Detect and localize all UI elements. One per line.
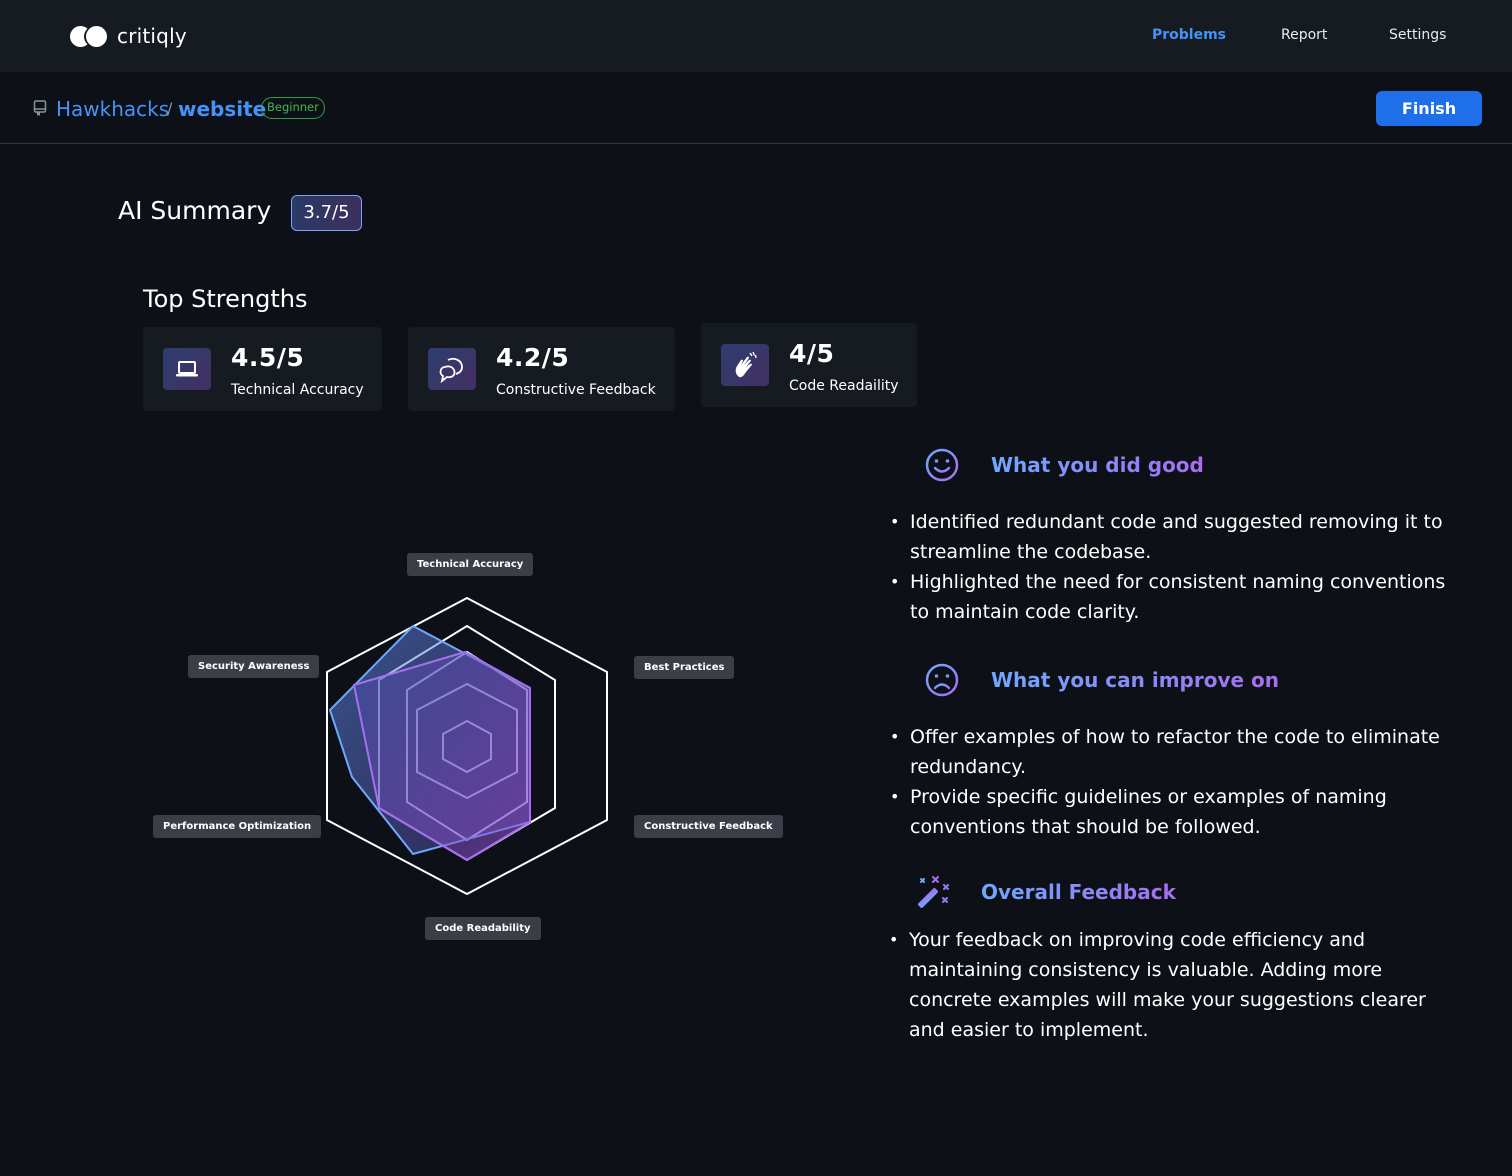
good-section-header: What you did good (925, 447, 1204, 483)
overall-list: Your feedback on improving code efficien… (889, 925, 1454, 1045)
list-item: Highlighted the need for consistent nami… (890, 567, 1450, 627)
radar-series-b (352, 650, 531, 862)
finish-button[interactable]: Finish (1376, 91, 1482, 126)
strength-score: 4.2/5 (496, 343, 570, 372)
frown-icon (925, 663, 959, 697)
overall-section-header: Overall Feedback (914, 873, 1176, 911)
axis-label: Constructive Feedback (634, 815, 783, 838)
nav-problems[interactable]: Problems (1152, 27, 1226, 43)
laptop-icon (163, 348, 211, 390)
list-item: Provide specific guidelines or examples … (890, 782, 1450, 842)
strength-score: 4/5 (789, 339, 835, 368)
page-title: AI Summary (118, 196, 272, 225)
strength-card: 4/5 Code Readaility (701, 323, 917, 407)
improve-section-title: What you can improve on (991, 668, 1280, 692)
level-badge: Beginner (261, 97, 325, 119)
repo-bar: Hawkhacks / website Beginner Finish (0, 72, 1512, 144)
list-item: Offer examples of how to refactor the co… (890, 722, 1450, 782)
axis-label: Security Awareness (188, 655, 320, 678)
strength-score: 4.5/5 (231, 343, 305, 372)
overall-score-badge: 3.7/5 (291, 195, 362, 231)
repo-icon (33, 100, 47, 116)
list-item: Identified redundant code and suggested … (890, 507, 1450, 567)
app-name: critiqly (117, 24, 187, 48)
strength-label: Code Readaility (789, 378, 899, 394)
axis-label: Performance Optimization (153, 815, 322, 838)
repo-owner-link[interactable]: Hawkhacks (56, 97, 169, 121)
magic-wand-icon (918, 876, 949, 908)
good-section-title: What you did good (991, 453, 1204, 477)
strength-label: Constructive Feedback (496, 382, 656, 398)
top-strengths-title: Top Strengths (143, 285, 308, 313)
hand-waving-icon (721, 344, 769, 386)
breadcrumb-separator: / (167, 99, 173, 118)
list-item: Your feedback on improving code efficien… (889, 925, 1454, 1045)
improve-section-header: What you can improve on (925, 662, 1279, 698)
logo-mark-icon (70, 25, 108, 47)
axis-label: Technical Accuracy (407, 553, 534, 576)
good-list: Identified redundant code and suggested … (890, 507, 1450, 627)
strength-card: 4.2/5 Constructive Feedback (408, 327, 675, 411)
axis-label: Best Practices (634, 656, 735, 679)
top-nav: critiqly Problems Report Settings (0, 0, 1512, 72)
improve-list: Offer examples of how to refactor the co… (890, 722, 1450, 842)
axis-label: Code Readability (425, 917, 541, 940)
app-logo[interactable]: critiqly (70, 24, 187, 48)
strength-card: 4.5/5 Technical Accuracy (143, 327, 382, 411)
nav-settings[interactable]: Settings (1389, 27, 1446, 43)
repo-name-link[interactable]: website (178, 97, 266, 121)
chat-bubbles-icon (428, 348, 476, 390)
overall-section-title: Overall Feedback (981, 880, 1176, 904)
nav-report[interactable]: Report (1281, 27, 1327, 43)
strength-label: Technical Accuracy (231, 382, 364, 398)
smile-icon (925, 448, 959, 482)
radar-svg (326, 596, 608, 896)
skills-radar-chart: Technical Accuracy Best Practices Constr… (140, 540, 783, 950)
